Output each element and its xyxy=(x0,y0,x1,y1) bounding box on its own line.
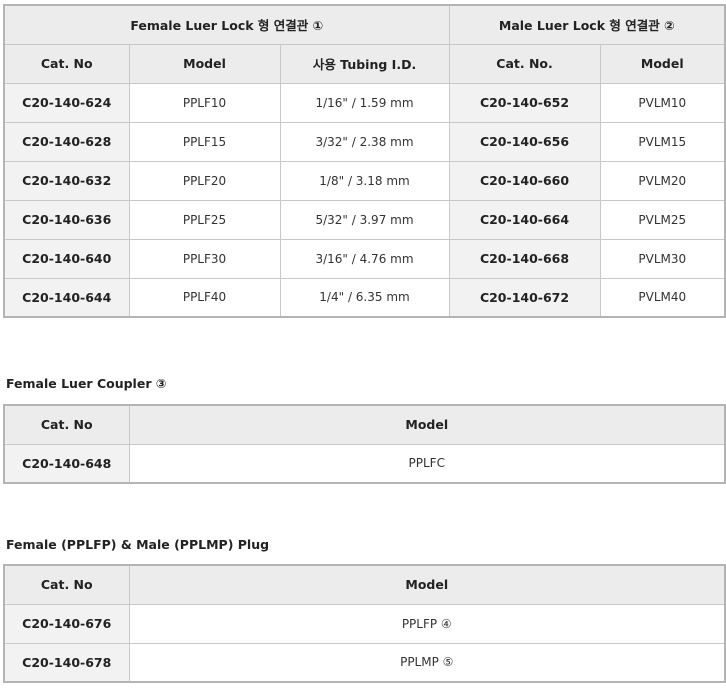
model-cell: PPLF20 xyxy=(128,160,281,201)
model-male-cell: PVLM20 xyxy=(599,160,726,201)
table-row: C20-140-640 PPLF30 3/16" / 4.76 mm C20-1… xyxy=(3,238,726,279)
model-male-cell: PVLM25 xyxy=(599,199,726,240)
header-cat-no: Cat. No xyxy=(3,404,130,445)
tubing-id-cell: 3/32" / 2.38 mm xyxy=(279,121,450,162)
female-luer-coupler-table: Cat. No Model C20-140-648 PPLFC xyxy=(3,404,726,484)
table-row: C20-140-678 PPLMP ⑤ xyxy=(3,642,726,683)
header-tubing-id: 사용 Tubing I.D. xyxy=(279,43,450,84)
table-row: C20-140-676 PPLFP ④ xyxy=(3,603,726,644)
tubing-id-cell: 1/4" / 6.35 mm xyxy=(279,277,450,318)
cat-no-cell: C20-140-624 xyxy=(3,82,130,123)
header-model: Model xyxy=(128,43,281,84)
header-cat-no: Cat. No xyxy=(3,564,130,605)
column-header-row: Cat. No Model 사용 Tubing I.D. Cat. No. Mo… xyxy=(3,43,726,84)
model-cell: PPLF40 xyxy=(128,277,281,318)
model-cell: PPLMP ⑤ xyxy=(128,642,726,683)
cat-no-cell: C20-140-628 xyxy=(3,121,130,162)
cat-no-cell: C20-140-648 xyxy=(3,443,130,484)
cat-no-male-cell: C20-140-664 xyxy=(448,199,601,240)
female-male-luer-lock-table: Female Luer Lock 형 연결관 ① Male Luer Lock … xyxy=(3,4,726,318)
tubing-id-cell: 5/32" / 3.97 mm xyxy=(279,199,450,240)
cat-no-cell: C20-140-632 xyxy=(3,160,130,201)
table-row: C20-140-636 PPLF25 5/32" / 3.97 mm C20-1… xyxy=(3,199,726,240)
header-model: Model xyxy=(128,404,726,445)
section-title-coupler: Female Luer Coupler ③ xyxy=(6,376,167,391)
header-model-male: Model xyxy=(599,43,726,84)
tubing-id-cell: 1/16" / 1.59 mm xyxy=(279,82,450,123)
cat-no-cell: C20-140-676 xyxy=(3,603,130,644)
table-row: C20-140-628 PPLF15 3/32" / 2.38 mm C20-1… xyxy=(3,121,726,162)
model-cell: PPLF15 xyxy=(128,121,281,162)
column-header-row: Cat. No Model xyxy=(3,564,726,605)
tubing-id-cell: 1/8" / 3.18 mm xyxy=(279,160,450,201)
plug-table: Cat. No Model C20-140-676 PPLFP ④ C20-14… xyxy=(3,564,726,683)
header-model: Model xyxy=(128,564,726,605)
model-male-cell: PVLM10 xyxy=(599,82,726,123)
group-header-male: Male Luer Lock 형 연결관 ② xyxy=(448,4,726,45)
model-cell: PPLF10 xyxy=(128,82,281,123)
model-cell: PPLFC xyxy=(128,443,726,484)
model-male-cell: PVLM40 xyxy=(599,277,726,318)
group-header-female: Female Luer Lock 형 연결관 ① xyxy=(3,4,450,45)
header-cat-no-male: Cat. No. xyxy=(448,43,601,84)
table-row: C20-140-624 PPLF10 1/16" / 1.59 mm C20-1… xyxy=(3,82,726,123)
cat-no-male-cell: C20-140-672 xyxy=(448,277,601,318)
group-header-row: Female Luer Lock 형 연결관 ① Male Luer Lock … xyxy=(3,4,726,45)
header-cat-no: Cat. No xyxy=(3,43,130,84)
model-cell: PPLFP ④ xyxy=(128,603,726,644)
model-cell: PPLF30 xyxy=(128,238,281,279)
section-title-plug: Female (PPLFP) & Male (PPLMP) Plug xyxy=(6,537,270,552)
cat-no-cell: C20-140-644 xyxy=(3,277,130,318)
cat-no-cell: C20-140-678 xyxy=(3,642,130,683)
cat-no-male-cell: C20-140-660 xyxy=(448,160,601,201)
model-cell: PPLF25 xyxy=(128,199,281,240)
cat-no-male-cell: C20-140-668 xyxy=(448,238,601,279)
cat-no-male-cell: C20-140-652 xyxy=(448,82,601,123)
model-male-cell: PVLM15 xyxy=(599,121,726,162)
cat-no-male-cell: C20-140-656 xyxy=(448,121,601,162)
table-row: C20-140-648 PPLFC xyxy=(3,443,726,484)
table-row: C20-140-644 PPLF40 1/4" / 6.35 mm C20-14… xyxy=(3,277,726,318)
cat-no-cell: C20-140-636 xyxy=(3,199,130,240)
cat-no-cell: C20-140-640 xyxy=(3,238,130,279)
column-header-row: Cat. No Model xyxy=(3,404,726,445)
table-row: C20-140-632 PPLF20 1/8" / 3.18 mm C20-14… xyxy=(3,160,726,201)
tubing-id-cell: 3/16" / 4.76 mm xyxy=(279,238,450,279)
model-male-cell: PVLM30 xyxy=(599,238,726,279)
